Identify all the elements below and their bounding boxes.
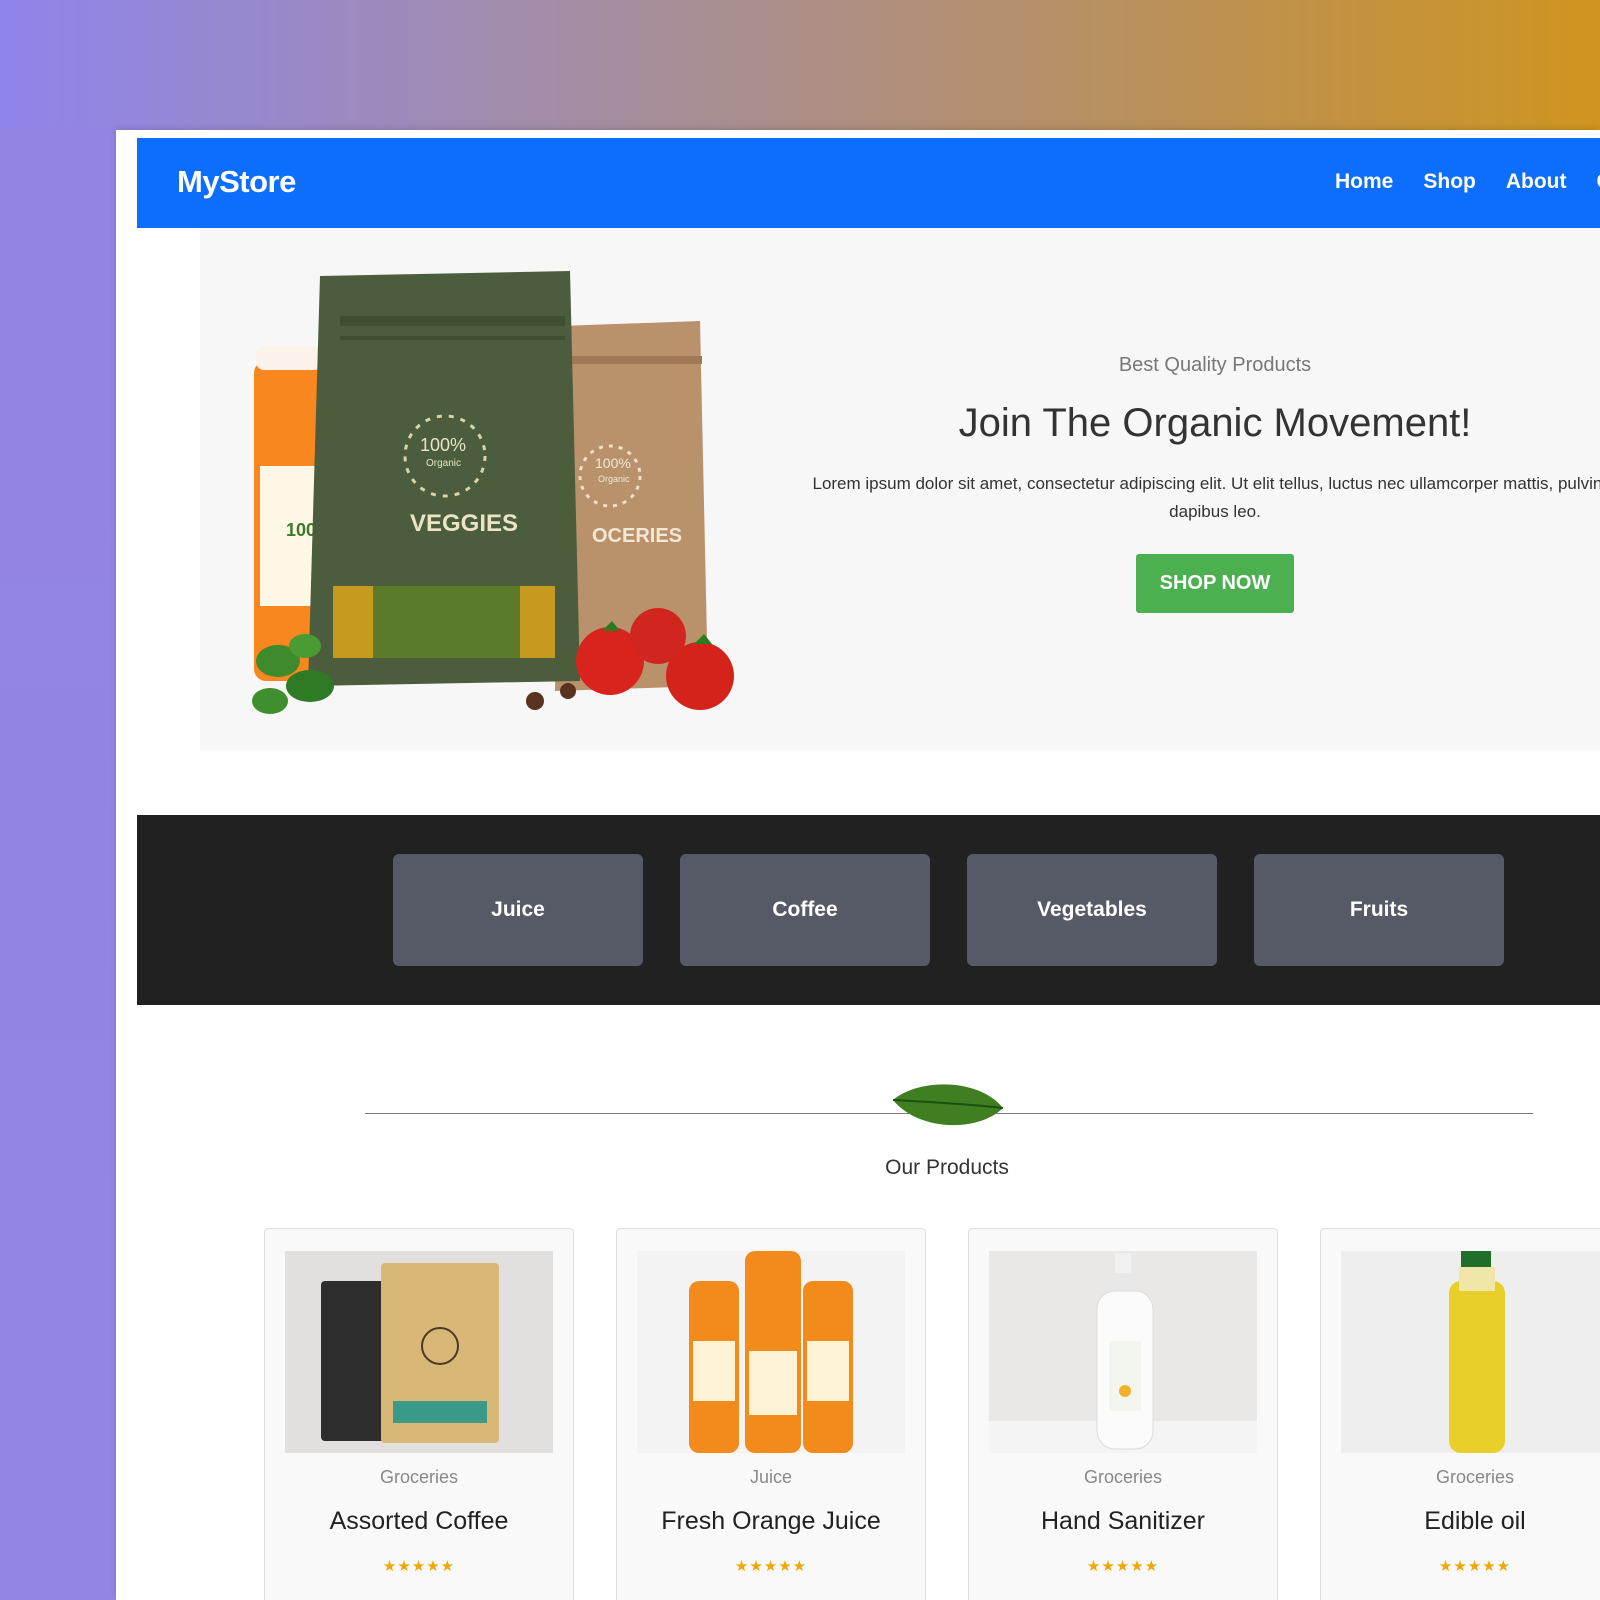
category-fruits-button[interactable]: Fruits [1254, 854, 1504, 966]
category-coffee-button[interactable]: Coffee [680, 854, 930, 966]
hero-banner: 100 100% Organic OCERIES 100% Organic VE… [200, 228, 1600, 750]
hand-sanitizer-image [989, 1251, 1257, 1453]
product-image-oil[interactable] [1341, 1251, 1600, 1453]
product-card[interactable]: Groceries Edible oil ★★★★★ [1320, 1228, 1600, 1600]
bag1-name: VEGGIES [410, 510, 518, 537]
desktop-background [0, 128, 116, 1600]
edible-oil-image [1341, 1251, 1600, 1453]
products-section-title: Our Products [885, 1156, 1009, 1179]
store-page: MyStore Home Shop About Co 100 100% [137, 138, 1600, 1600]
product-name[interactable]: Fresh Orange Juice [617, 1507, 925, 1536]
bag2-sub: Organic [598, 474, 630, 484]
product-image-juice[interactable] [637, 1251, 905, 1453]
product-category: Groceries [1083, 1467, 1163, 1487]
jar-label: 100 [286, 520, 316, 540]
category-juice-button[interactable]: Juice [393, 854, 643, 966]
nav-link-contact[interactable]: Co [1597, 170, 1600, 194]
coffee-bags-image [285, 1251, 553, 1453]
rating-stars: ★★★★★ [734, 1558, 808, 1575]
hero-text: Best Quality Products Join The Organic M… [785, 354, 1600, 613]
navbar: MyStore Home Shop About Co [137, 138, 1600, 228]
nav-links: Home Shop About Co [1335, 170, 1600, 194]
bag1-sub: Organic [426, 458, 461, 469]
bag2-name: OCERIES [592, 525, 682, 547]
hero-kicker: Best Quality Products [1118, 354, 1312, 376]
rating-stars: ★★★★★ [382, 1558, 456, 1575]
browser-window: MyStore Home Shop About Co 100 100% [116, 130, 1600, 1600]
product-name[interactable]: Hand Sanitizer [969, 1507, 1277, 1536]
product-name[interactable]: Edible oil [1321, 1507, 1600, 1536]
rating-stars: ★★★★★ [1086, 1558, 1160, 1575]
product-category: Groceries [379, 1467, 459, 1487]
product-card[interactable]: Groceries Hand Sanitizer ★★★★★ [968, 1228, 1278, 1600]
product-card[interactable]: Juice Fresh Orange Juice ★★★★★ [616, 1228, 926, 1600]
nav-link-home[interactable]: Home [1335, 170, 1393, 194]
nav-link-shop[interactable]: Shop [1423, 170, 1476, 194]
bag1-badge: 100% [420, 435, 466, 455]
orange-juice-image [637, 1251, 905, 1453]
hero-description: Lorem ipsum dolor sit amet, consectetur … [812, 474, 1600, 521]
product-category: Juice [749, 1467, 793, 1487]
shop-now-button[interactable]: SHOP NOW [1135, 554, 1295, 613]
product-name[interactable]: Assorted Coffee [265, 1507, 573, 1536]
product-image-coffee[interactable] [285, 1251, 553, 1453]
brand-logo[interactable]: MyStore [177, 164, 296, 200]
rating-stars: ★★★★★ [1438, 1558, 1512, 1575]
product-category: Groceries [1435, 1467, 1515, 1487]
product-image-sanitizer[interactable] [989, 1251, 1257, 1453]
category-band: Juice Coffee Vegetables Fruits [137, 815, 1600, 1005]
bag2-badge: 100% [595, 455, 631, 471]
leaf-icon [892, 1084, 1004, 1126]
hero-title: Join The Organic Movement! [958, 401, 1472, 445]
nav-link-about[interactable]: About [1506, 170, 1567, 194]
hero-products-image: 100 100% Organic OCERIES 100% Organic VE… [252, 271, 734, 714]
product-card[interactable]: Groceries Assorted Coffee ★★★★★ [264, 1228, 574, 1600]
category-vegetables-button[interactable]: Vegetables [967, 854, 1217, 966]
